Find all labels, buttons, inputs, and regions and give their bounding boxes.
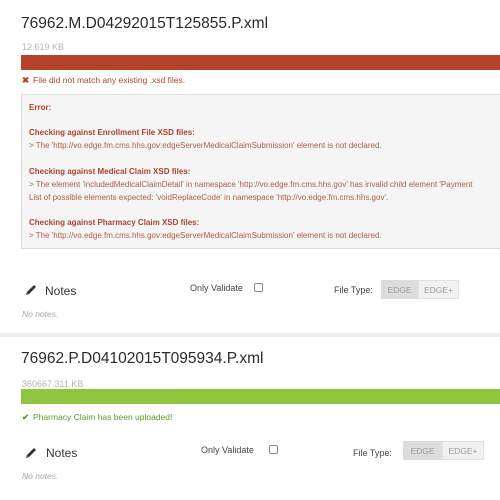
pencil-icon[interactable] <box>24 283 38 297</box>
only-validate-label: Only Validate <box>190 283 243 293</box>
progress-fill <box>21 389 500 404</box>
pencil-icon[interactable] <box>24 446 38 460</box>
no-notes-text: No notes. <box>22 309 59 319</box>
error-line: List of possible elements expected: 'voi… <box>29 193 389 202</box>
file-type-label: File Type: <box>334 285 373 295</box>
upload-progress-bar <box>21 389 500 404</box>
only-validate-checkbox[interactable] <box>269 445 278 454</box>
progress-fill <box>21 55 500 70</box>
error-line: > The element 'includedMedicalClaimDetai… <box>29 180 473 189</box>
status-message: ✔ Pharmacy Claim has been uploaded! <box>22 412 172 423</box>
file-size: 12.619 KB <box>22 42 65 52</box>
notes-label[interactable]: Notes <box>46 446 77 460</box>
only-validate-label: Only Validate <box>201 445 254 455</box>
file-type-label: File Type: <box>353 448 392 458</box>
error-title: Error: <box>29 103 52 112</box>
file-size: 360667.311 KB <box>22 379 84 389</box>
x-icon: ✖ <box>22 75 30 85</box>
check-icon: ✔ <box>22 412 30 422</box>
status-text: Pharmacy Claim has been uploaded! <box>33 412 173 422</box>
no-notes-text: No notes. <box>22 471 59 481</box>
file-type-edge-button[interactable]: EDGE <box>381 280 418 299</box>
file-type-edge-plus-button[interactable]: EDGE+ <box>418 280 459 299</box>
file-name: 76962.P.D04102015T095934.P.xml <box>21 350 264 367</box>
error-line: > The 'http://vo.edge.fm.cms.hhs.gov:edg… <box>29 231 382 240</box>
notes-label[interactable]: Notes <box>45 284 76 298</box>
error-section-heading: Checking against Medical Claim XSD files… <box>29 167 191 176</box>
status-message: ✖ File did not match any existing .xsd fi… <box>22 75 185 86</box>
upload-progress-bar <box>21 55 500 70</box>
error-panel: Error: Checking against Enrollment File … <box>21 94 500 249</box>
error-section-heading: Checking against Pharmacy Claim XSD file… <box>29 218 200 227</box>
file-name: 76962.M.D04292015T125855.P.xml <box>21 15 269 32</box>
file-card: 76962.M.D04292015T125855.P.xml 12.619 KB… <box>0 0 500 333</box>
status-text: File did not match any existing .xsd fil… <box>33 75 186 85</box>
error-line: > The 'http://vo.edge.fm.cms.hhs.gov:edg… <box>29 141 382 150</box>
file-type-edge-button[interactable]: EDGE <box>403 441 442 460</box>
file-card: 76962.P.D04102015T095934.P.xml 360667.31… <box>0 337 500 500</box>
file-type-edge-plus-button[interactable]: EDGE+ <box>442 441 484 460</box>
error-section-heading: Checking against Enrollment File XSD fil… <box>29 128 195 137</box>
only-validate-checkbox[interactable] <box>254 283 263 292</box>
